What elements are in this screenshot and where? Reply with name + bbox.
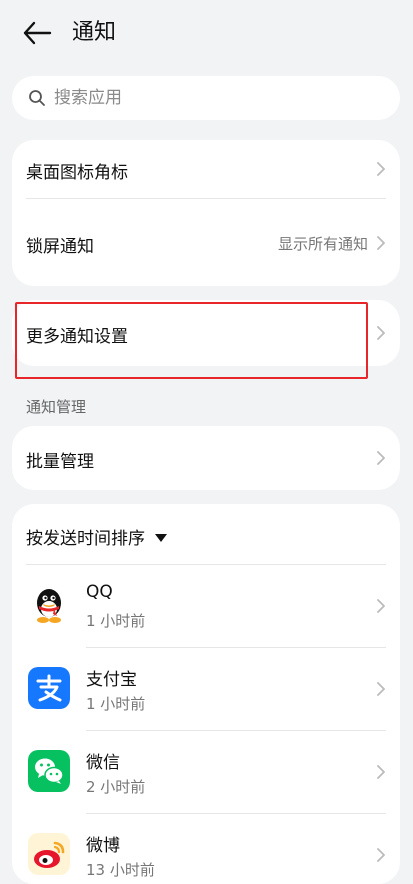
app-name: 支付宝 xyxy=(86,670,137,690)
batch-manage-row[interactable]: 批量管理 xyxy=(12,426,400,490)
chevron-right-icon xyxy=(377,451,385,465)
app-time: 1 小时前 xyxy=(86,612,146,630)
more-settings-card: 更多通知设置 xyxy=(12,300,400,366)
app-row-alipay[interactable]: 支付宝 1 小时前 xyxy=(12,647,400,730)
chevron-right-icon xyxy=(377,765,385,779)
chevron-right-icon xyxy=(377,236,385,250)
more-settings-label: 更多通知设置 xyxy=(26,327,128,347)
app-name: 微信 xyxy=(86,753,120,773)
dropdown-triangle-icon xyxy=(155,534,167,542)
header: 通知 xyxy=(0,0,413,68)
alipay-icon xyxy=(28,667,70,709)
lock-screen-value: 显示所有通知 xyxy=(277,235,368,253)
app-list-card: 按发送时间排序 QQ 1 小时前 支付宝 1 小时前 微信 2 小时前 微博 1… xyxy=(12,504,400,884)
chevron-right-icon xyxy=(377,599,385,613)
app-time: 1 小时前 xyxy=(86,695,146,713)
weibo-icon xyxy=(28,833,70,875)
batch-manage-card: 批量管理 xyxy=(12,426,400,490)
batch-manage-label: 批量管理 xyxy=(26,452,94,472)
chevron-right-icon xyxy=(377,326,385,340)
app-name: 微博 xyxy=(86,836,120,856)
app-row-wechat[interactable]: 微信 2 小时前 xyxy=(12,730,400,813)
search-icon xyxy=(29,90,45,106)
desktop-badge-row[interactable]: 桌面图标角标 xyxy=(12,140,400,198)
search-input[interactable]: 搜索应用 xyxy=(12,76,400,120)
app-row-weibo[interactable]: 微博 13 小时前 xyxy=(12,813,400,884)
chevron-right-icon xyxy=(377,848,385,862)
more-notification-settings-row[interactable]: 更多通知设置 xyxy=(12,300,400,366)
app-time: 13 小时前 xyxy=(86,861,155,879)
app-name: QQ xyxy=(86,582,113,602)
section-label-notification-management: 通知管理 xyxy=(26,398,87,416)
desktop-badge-label: 桌面图标角标 xyxy=(26,163,128,183)
lock-screen-row[interactable]: 锁屏通知 显示所有通知 xyxy=(12,199,400,286)
chevron-right-icon xyxy=(377,682,385,696)
search-placeholder: 搜索应用 xyxy=(54,88,122,108)
back-arrow-icon[interactable] xyxy=(22,20,52,46)
sort-label: 按发送时间排序 xyxy=(26,529,145,549)
page-title: 通知 xyxy=(72,20,117,45)
app-time: 2 小时前 xyxy=(86,778,146,796)
wechat-icon xyxy=(28,750,70,792)
chevron-right-icon xyxy=(377,162,385,176)
sort-dropdown[interactable]: 按发送时间排序 xyxy=(26,524,167,549)
notification-settings-card: 桌面图标角标 锁屏通知 显示所有通知 xyxy=(12,140,400,286)
qq-icon xyxy=(37,589,61,623)
app-row-qq[interactable]: QQ 1 小时前 xyxy=(12,564,400,647)
lock-screen-label: 锁屏通知 xyxy=(26,237,94,257)
